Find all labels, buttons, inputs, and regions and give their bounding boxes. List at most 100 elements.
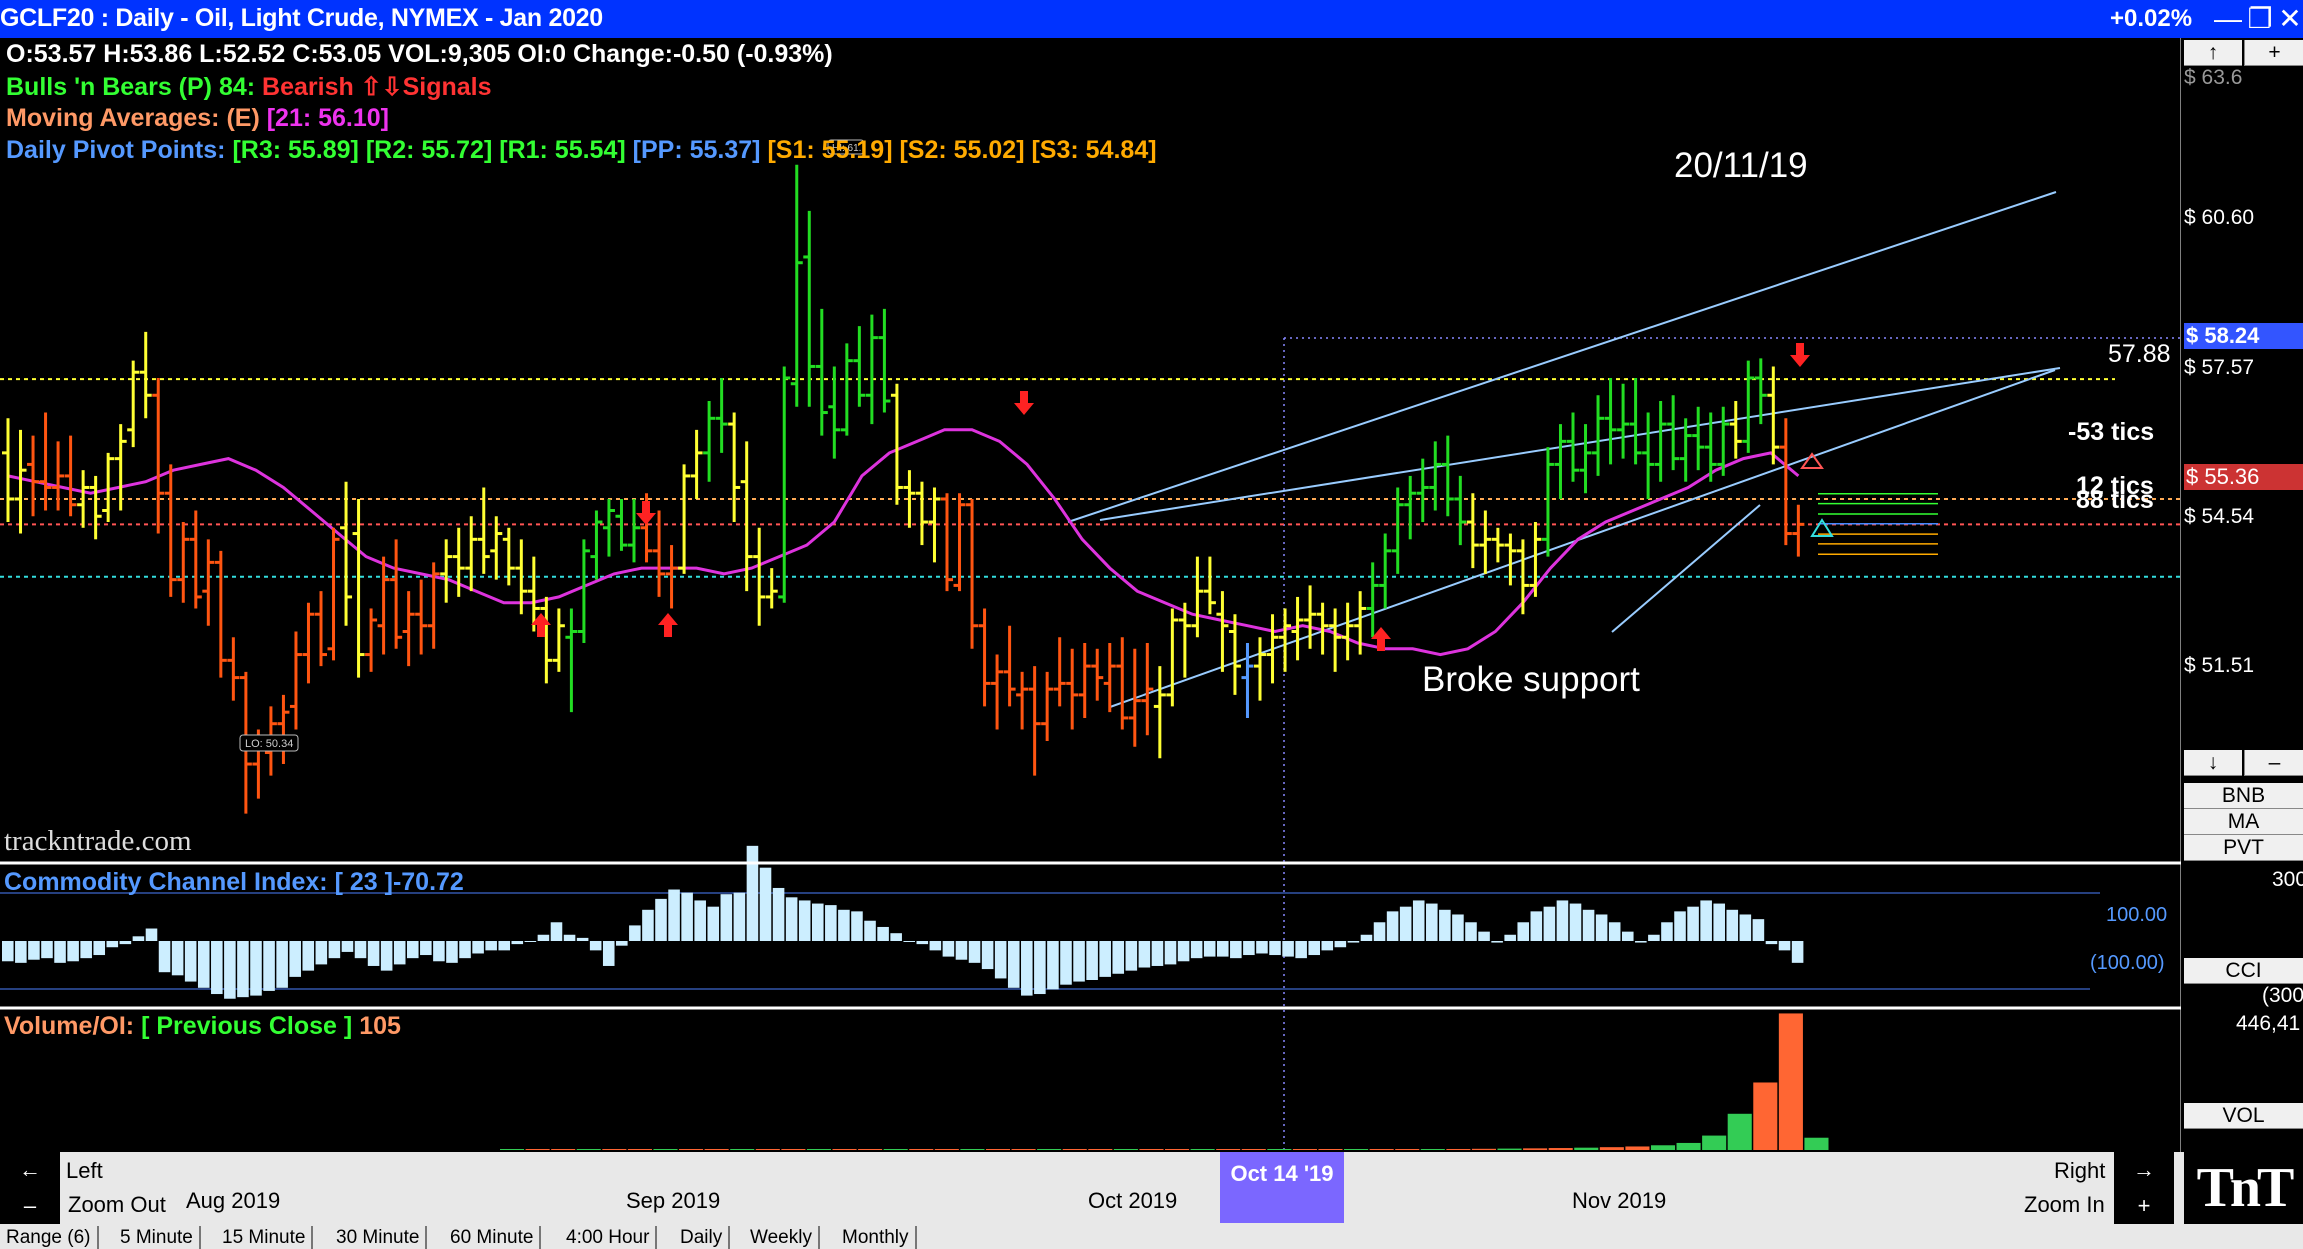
sell-signal-arrow <box>1014 391 1034 415</box>
price-tick-57-57: $ 57.57 <box>2184 356 2255 379</box>
price-bar <box>440 539 453 603</box>
price-bar <box>1053 637 1066 707</box>
price-bar <box>477 487 490 574</box>
cci-bar <box>642 909 654 941</box>
tab-weekly[interactable]: Weekly <box>744 1226 820 1249</box>
tab-4-hour[interactable]: 4:00 Hour <box>560 1226 658 1249</box>
price-bar <box>340 481 353 626</box>
volume-title: Volume/OI: [ Previous Close ] 105 <box>4 1012 401 1041</box>
price-bar <box>352 498 365 678</box>
cci-bar <box>903 941 916 942</box>
price-bar <box>1429 441 1442 511</box>
cci-bar <box>1412 900 1425 941</box>
cci-bar <box>720 894 733 941</box>
price-bar <box>152 377 165 534</box>
price-bar <box>315 591 327 667</box>
cci-side-button[interactable]: CCI <box>2184 958 2303 984</box>
price-bar <box>1003 625 1016 707</box>
cci-bar <box>1007 941 1020 988</box>
zoom-out-button[interactable]: Zoom Out <box>68 1192 166 1218</box>
tab-daily[interactable]: Daily <box>674 1226 731 1249</box>
scale-up-button[interactable]: ↑ <box>2184 40 2242 66</box>
volume-bar <box>576 1149 601 1150</box>
price-bar <box>1642 412 1655 499</box>
cci-bar <box>289 941 301 977</box>
pvt-toggle-button[interactable]: PVT <box>2184 835 2303 861</box>
price-bar <box>865 314 878 425</box>
cci-bar <box>1373 922 1386 941</box>
tab-60-minute[interactable]: 60 Minute <box>444 1226 542 1249</box>
volume-bar <box>1190 1149 1215 1150</box>
volume-bar <box>704 1149 729 1150</box>
price-bars-layer <box>2 164 1805 814</box>
price-bar <box>52 441 65 511</box>
price-bar <box>302 602 315 684</box>
price-bar <box>1654 401 1667 482</box>
price-bar <box>1592 395 1605 476</box>
price-bar <box>1516 539 1529 615</box>
cci-bar <box>197 941 210 988</box>
tab-15-minute[interactable]: 15 Minute <box>216 1226 314 1249</box>
price-bar <box>1767 366 1780 465</box>
price-bar <box>1629 377 1642 465</box>
price-bar <box>890 383 903 505</box>
tnt-logo: TnT <box>2184 1152 2303 1224</box>
price-tick-51-51: $ 51.51 <box>2184 654 2255 677</box>
volume-bar <box>1344 1149 1369 1150</box>
channel-layer <box>1067 191 2061 708</box>
ma-toggle-button[interactable]: MA <box>2184 809 2303 835</box>
price-bar <box>114 424 127 511</box>
chart-canvas[interactable]: HI: 61.LO: 50.34 <box>0 38 2303 1152</box>
cci-bar <box>1569 903 1582 941</box>
cci-axis-bottom: (300 <box>2262 984 2303 1007</box>
grid-layer <box>1283 337 2181 1150</box>
bnb-toggle-button[interactable]: BNB <box>2184 783 2303 809</box>
scroll-left-arrow-icon[interactable]: ← <box>0 1152 60 1188</box>
cci-bar <box>733 892 746 941</box>
cci-bar <box>707 906 720 941</box>
price-tick-60-60: $ 60.60 <box>2184 206 2255 229</box>
ohlc-readout: O:53.57 H:53.86 L:52.52 C:53.05 VOL:9,30… <box>6 40 833 68</box>
scale-minus-button[interactable]: – <box>2244 750 2303 776</box>
zoom-in-glyph[interactable]: + <box>2114 1188 2174 1224</box>
cci-bar <box>145 928 158 941</box>
price-bar <box>2 418 14 523</box>
scale-plus-button[interactable]: + <box>2244 40 2303 66</box>
price-bar <box>590 510 603 580</box>
price-bar <box>327 527 340 661</box>
cci-bar <box>80 941 92 959</box>
scroll-right-button[interactable]: Right <box>2054 1158 2105 1184</box>
volume-bar <box>806 1149 831 1150</box>
scroll-right-arrow-icon[interactable]: → <box>2114 1152 2174 1188</box>
cci-bar <box>1256 941 1268 954</box>
ma-value: [21: 56.10] <box>266 104 390 132</box>
volume-bar <box>883 1149 908 1150</box>
moving-average-line <box>7 428 1800 657</box>
scroll-left-button[interactable]: Left <box>66 1158 103 1184</box>
cci-bar <box>589 941 602 951</box>
window-title: GCLF20 : Daily - Oil, Light Crude, NYMEX… <box>0 4 603 32</box>
scale-down-button[interactable]: ↓ <box>2184 750 2242 776</box>
cci-bar <box>1190 941 1203 959</box>
cci-bar <box>67 941 79 962</box>
zoom-in-button[interactable]: Zoom In <box>2024 1192 2105 1218</box>
price-bar <box>1404 475 1417 540</box>
price-bar <box>803 210 816 407</box>
cci-bar <box>224 941 236 999</box>
volume-side-button[interactable]: VOL <box>2184 1103 2303 1129</box>
date-annotation: 20/11/19 <box>1674 146 1808 185</box>
cci-bar <box>968 941 981 963</box>
tab-monthly[interactable]: Monthly <box>836 1226 917 1249</box>
cci-bar <box>1112 941 1125 974</box>
tab-range-6[interactable]: Range (6) <box>0 1226 99 1249</box>
tab-30-minute[interactable]: 30 Minute <box>330 1226 428 1249</box>
level-5788-label: 57.88 <box>2108 340 2171 368</box>
zoom-out-glyph[interactable]: – <box>0 1188 60 1224</box>
tab-5-minute[interactable]: 5 Minute <box>114 1226 201 1249</box>
price-bar <box>1529 522 1542 597</box>
cci-bar <box>1582 909 1595 941</box>
cci-bar <box>1164 941 1177 965</box>
cci-bar <box>1621 931 1634 941</box>
close-icon[interactable]: ✕ <box>2270 0 2303 38</box>
cci-bar <box>420 941 432 956</box>
